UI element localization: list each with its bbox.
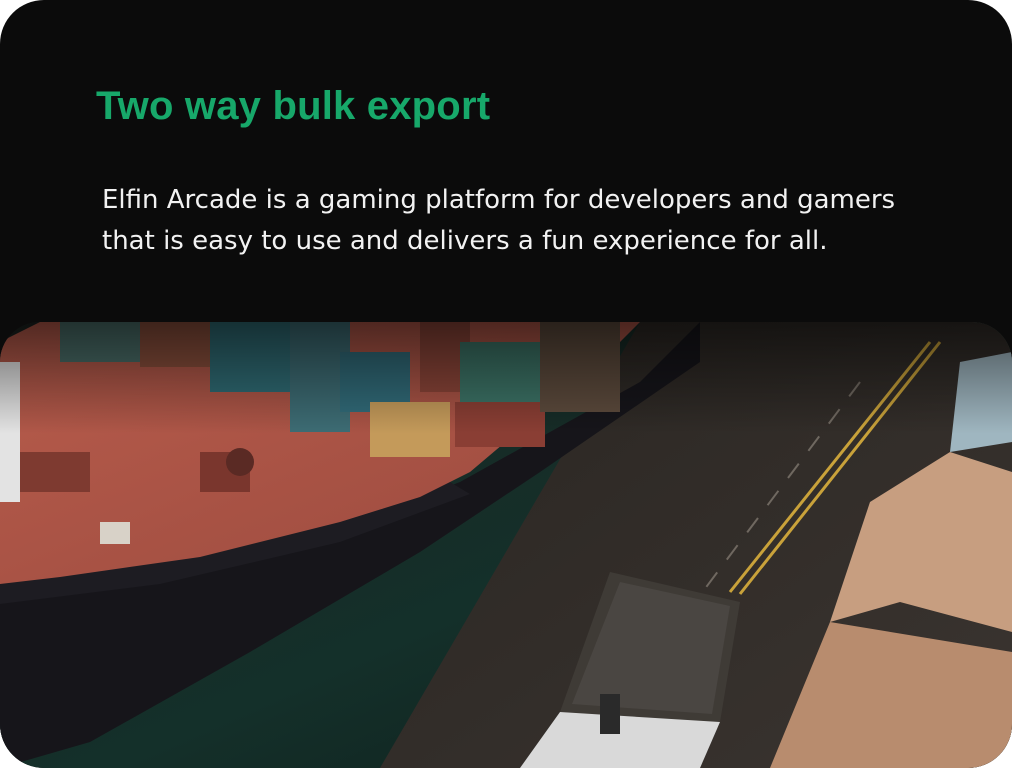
feature-card: Two way bulk export Elfin Arcade is a ga…: [0, 0, 1012, 768]
cargo-photo-illustration: [0, 322, 1012, 768]
card-title: Two way bulk export: [96, 84, 491, 128]
card-description: Elfin Arcade is a gaming platform for de…: [102, 185, 896, 256]
feature-image: [0, 322, 1012, 768]
